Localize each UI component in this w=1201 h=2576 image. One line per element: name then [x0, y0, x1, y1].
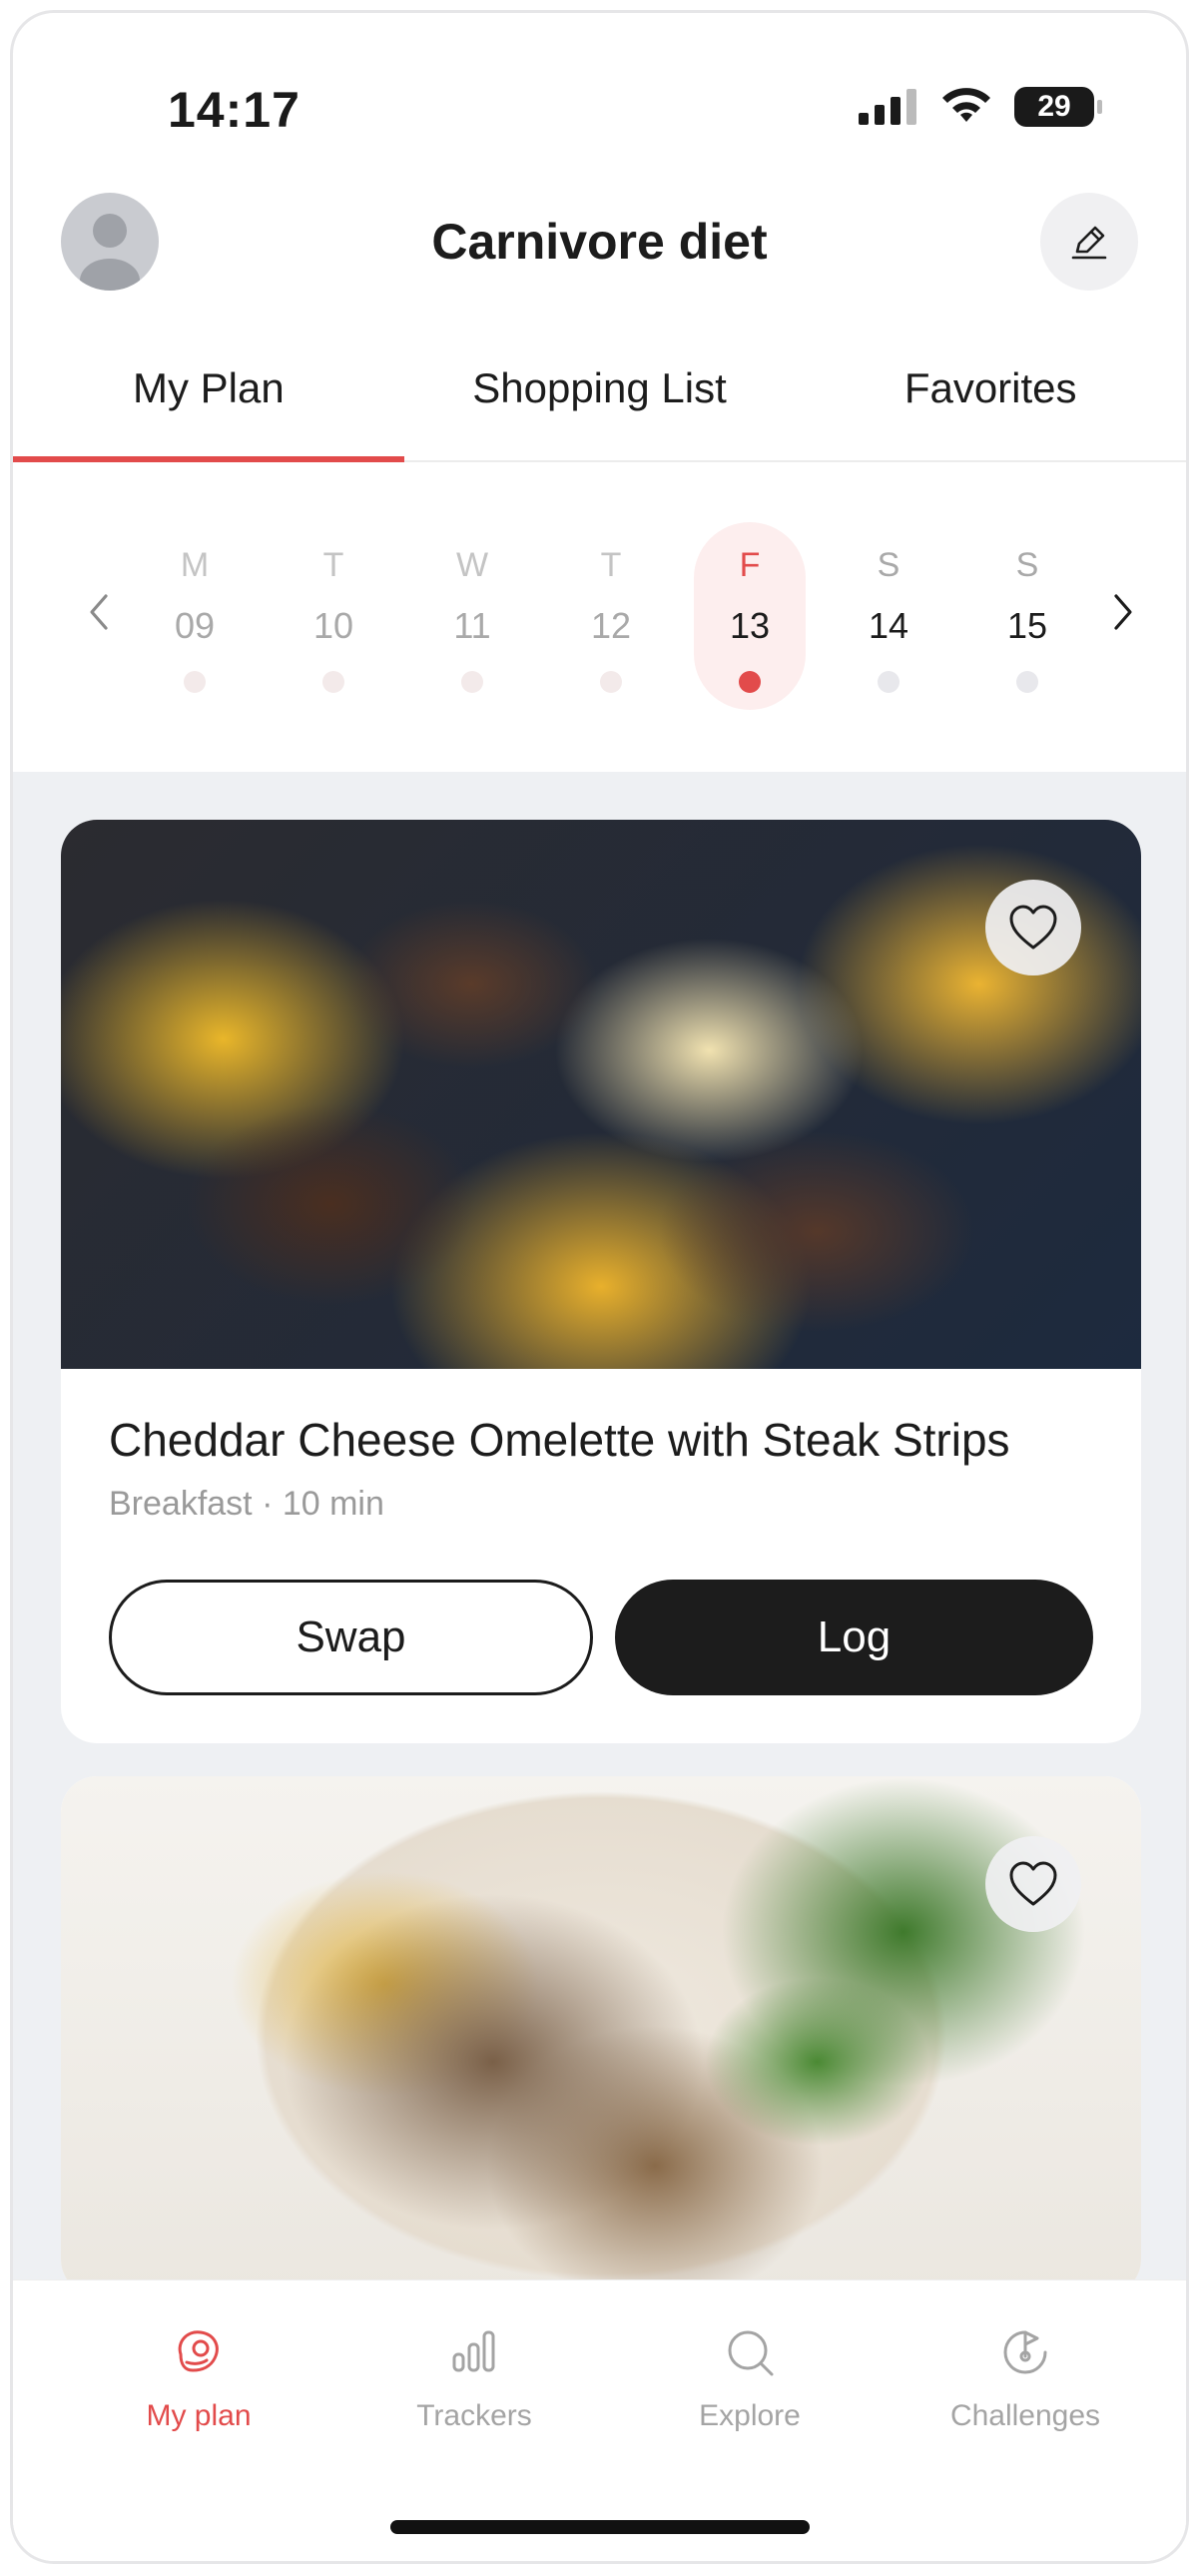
day-letter: T [322, 546, 344, 584]
day-number: 11 [453, 605, 491, 646]
meal-photo [61, 1776, 1141, 2279]
phone-screen: 14:17 29 Carnivore diet My Plan Shopping… [10, 10, 1189, 2564]
tab-bar: My Plan Shopping List Favorites [13, 352, 1186, 462]
day-letter: T [600, 546, 622, 584]
day-status-dot [1016, 671, 1038, 693]
nav-label: Explore [699, 2399, 801, 2432]
favorite-button[interactable] [985, 880, 1081, 975]
meal-card[interactable] [61, 1776, 1141, 2279]
meal-feed[interactable]: Cheddar Cheese Omelette with Steak Strip… [13, 772, 1186, 2279]
nav-label: My plan [146, 2399, 252, 2432]
log-button[interactable]: Log [615, 1580, 1093, 1695]
page-title: Carnivore diet [431, 214, 768, 270]
heart-icon [1009, 1861, 1057, 1906]
edit-button[interactable] [1040, 193, 1138, 291]
day-number: 14 [868, 605, 909, 646]
challenge-icon [1003, 2330, 1047, 2374]
nav-label: Challenges [949, 2399, 1101, 2432]
meal-card[interactable]: Cheddar Cheese Omelette with Steak Strip… [61, 820, 1141, 1743]
nav-challenges[interactable]: Challenges [905, 2324, 1145, 2433]
nav-explore[interactable]: Explore [630, 2324, 870, 2433]
day-number: 12 [590, 605, 632, 646]
bar-chart-icon [452, 2330, 495, 2372]
day-tuesday[interactable]: T 10 [278, 522, 389, 710]
day-status-dot [878, 671, 900, 693]
meal-title[interactable]: Cheddar Cheese Omelette with Steak Strip… [109, 1413, 1093, 1467]
day-status-dot [739, 671, 761, 693]
wifi-icon [942, 88, 990, 122]
day-letter: M [180, 546, 210, 584]
swap-button[interactable]: Swap [109, 1580, 593, 1695]
battery-icon: 29 [1014, 87, 1102, 127]
day-status-dot [461, 671, 483, 693]
prev-week-button[interactable] [69, 582, 129, 642]
nav-my-plan[interactable]: My plan [79, 2324, 318, 2433]
bottom-nav: My plan Trackers Explore Challenges [13, 2279, 1186, 2561]
day-number: 09 [174, 605, 216, 646]
day-wednesday[interactable]: W 11 [416, 522, 528, 710]
day-monday[interactable]: M 09 [139, 522, 251, 710]
tab-shopping-list[interactable]: Shopping List [404, 352, 796, 460]
steak-icon [178, 2330, 219, 2372]
day-letter: W [455, 546, 489, 584]
chevron-right-icon [1114, 594, 1132, 630]
day-letter: F [739, 546, 761, 584]
day-saturday[interactable]: S 14 [833, 522, 944, 710]
day-thursday[interactable]: T 12 [555, 522, 667, 710]
week-selector: M 09 T 10 W 11 T 12 F 13 S 14 S 15 [13, 462, 1186, 772]
chevron-left-icon [90, 594, 108, 630]
day-friday[interactable]: F 13 [694, 522, 806, 710]
meal-photo [61, 820, 1141, 1369]
day-status-dot [600, 671, 622, 693]
favorite-button[interactable] [985, 1836, 1081, 1932]
day-sunday[interactable]: S 15 [971, 522, 1083, 710]
meal-actions: Swap Log [109, 1580, 1093, 1695]
next-week-button[interactable] [1093, 582, 1153, 642]
heart-icon [1009, 905, 1057, 950]
home-indicator[interactable] [389, 2520, 810, 2534]
status-icons: 29 [859, 87, 1102, 127]
meal-meta: Breakfast · 10 min [109, 1485, 384, 1523]
nav-trackers[interactable]: Trackers [354, 2324, 594, 2433]
day-status-dot [184, 671, 206, 693]
status-time: 14:17 [168, 82, 300, 138]
signal-icon [859, 89, 916, 125]
tab-favorites[interactable]: Favorites [795, 352, 1186, 460]
pencil-icon [1071, 226, 1107, 260]
day-number: 15 [1006, 605, 1048, 646]
day-number: 10 [312, 605, 354, 646]
day-status-dot [322, 671, 344, 693]
day-number: 13 [729, 605, 771, 646]
day-letter: S [877, 546, 901, 584]
nav-label: Trackers [416, 2399, 532, 2432]
tab-my-plan[interactable]: My Plan [13, 352, 404, 462]
day-letter: S [1015, 546, 1039, 584]
search-icon [728, 2330, 774, 2376]
